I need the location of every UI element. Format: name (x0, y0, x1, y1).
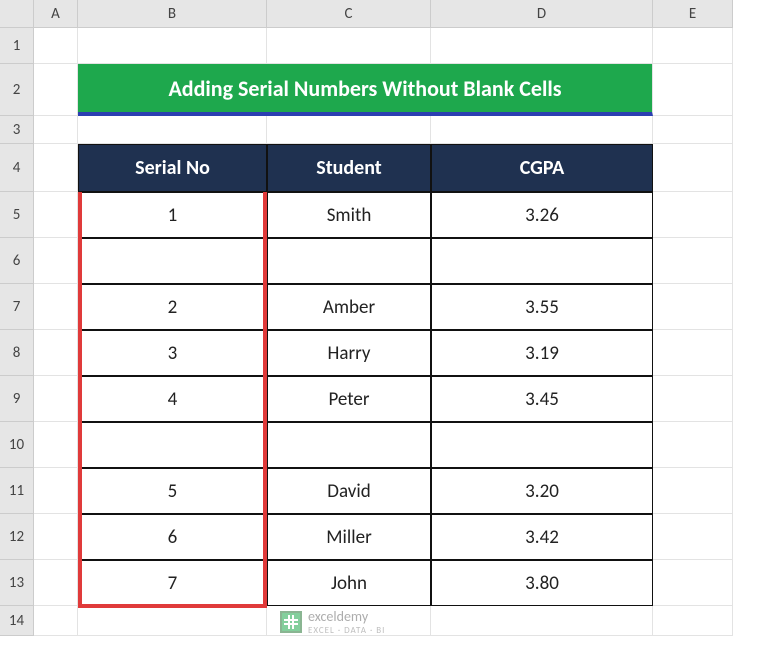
cell-C1[interactable] (267, 28, 431, 64)
row-header-10[interactable]: 10 (0, 422, 34, 468)
table-row[interactable]: 3.19 (431, 330, 653, 376)
table-row[interactable]: John (267, 560, 431, 606)
row-header-4[interactable]: 4 (0, 144, 34, 192)
row-header-2[interactable]: 2 (0, 64, 34, 116)
row-header-8[interactable]: 8 (0, 330, 34, 376)
col-header-B[interactable]: B (78, 0, 267, 28)
col-header-D[interactable]: D (431, 0, 653, 28)
cell-A3[interactable] (34, 116, 78, 144)
title-cell[interactable]: Adding Serial Numbers Without Blank Cell… (78, 64, 653, 116)
table-row[interactable]: 3.80 (431, 560, 653, 606)
table-row[interactable]: 3.20 (431, 468, 653, 514)
table-row[interactable]: 7 (78, 560, 267, 606)
table-row[interactable]: Peter (267, 376, 431, 422)
row-header-7[interactable]: 7 (0, 284, 34, 330)
col-header-E[interactable]: E (653, 0, 733, 28)
table-row[interactable]: Amber (267, 284, 431, 330)
row-header-5[interactable]: 5 (0, 192, 34, 238)
table-row[interactable]: 3.26 (431, 192, 653, 238)
cell-B3[interactable] (78, 116, 267, 144)
cell-A2[interactable] (34, 64, 78, 116)
table-row[interactable]: 2 (78, 284, 267, 330)
cell-E2[interactable] (653, 64, 733, 116)
table-row[interactable]: 3.45 (431, 376, 653, 422)
table-row[interactable]: 6 (78, 514, 267, 560)
table-row[interactable]: 3.55 (431, 284, 653, 330)
cell-A5[interactable] (34, 192, 78, 238)
cell-B1[interactable] (78, 28, 267, 64)
watermark-name: exceldemy (308, 608, 385, 625)
cell-E7[interactable] (653, 284, 733, 330)
table-row[interactable]: 3.42 (431, 514, 653, 560)
cell-D3[interactable] (431, 116, 653, 144)
cell-D14[interactable] (431, 606, 653, 636)
row-header-14[interactable]: 14 (0, 606, 34, 636)
cell-D1[interactable] (431, 28, 653, 64)
table-row[interactable]: Smith (267, 192, 431, 238)
row-header-9[interactable]: 9 (0, 376, 34, 422)
table-row[interactable]: David (267, 468, 431, 514)
select-all-corner[interactable] (0, 0, 34, 28)
table-row[interactable]: Miller (267, 514, 431, 560)
col-header-C[interactable]: C (267, 0, 431, 28)
cell-A10[interactable] (34, 422, 78, 468)
cell-E5[interactable] (653, 192, 733, 238)
cell-E11[interactable] (653, 468, 733, 514)
cell-B14[interactable] (78, 606, 267, 636)
row-header-1[interactable]: 1 (0, 28, 34, 64)
cell-E6[interactable] (653, 238, 733, 284)
cell-E4[interactable] (653, 144, 733, 192)
cell-A6[interactable] (34, 238, 78, 284)
table-row[interactable] (267, 238, 431, 284)
cell-A14[interactable] (34, 606, 78, 636)
exceldemy-icon (280, 611, 302, 633)
row-header-12[interactable]: 12 (0, 514, 34, 560)
table-row[interactable]: 1 (78, 192, 267, 238)
table-row[interactable] (78, 238, 267, 284)
cell-E1[interactable] (653, 28, 733, 64)
cell-A7[interactable] (34, 284, 78, 330)
cell-C3[interactable] (267, 116, 431, 144)
cell-A8[interactable] (34, 330, 78, 376)
table-row[interactable] (431, 422, 653, 468)
cell-A4[interactable] (34, 144, 78, 192)
table-row[interactable]: 5 (78, 468, 267, 514)
cell-E3[interactable] (653, 116, 733, 144)
cell-A11[interactable] (34, 468, 78, 514)
cell-A1[interactable] (34, 28, 78, 64)
watermark-sub: EXCEL · DATA · BI (308, 625, 385, 636)
cell-E8[interactable] (653, 330, 733, 376)
table-row[interactable] (78, 422, 267, 468)
spreadsheet-grid: A B C D E 1 2 Adding Serial Numbers With… (0, 0, 767, 636)
cell-E9[interactable] (653, 376, 733, 422)
cell-E13[interactable] (653, 560, 733, 606)
cell-A9[interactable] (34, 376, 78, 422)
table-header-student[interactable]: Student (267, 144, 431, 192)
table-row[interactable] (431, 238, 653, 284)
watermark: exceldemy EXCEL · DATA · BI (280, 608, 385, 636)
cell-E14[interactable] (653, 606, 733, 636)
row-header-13[interactable]: 13 (0, 560, 34, 606)
table-header-serial[interactable]: Serial No (78, 144, 267, 192)
cell-E10[interactable] (653, 422, 733, 468)
cell-E12[interactable] (653, 514, 733, 560)
row-header-6[interactable]: 6 (0, 238, 34, 284)
cell-A13[interactable] (34, 560, 78, 606)
row-header-3[interactable]: 3 (0, 116, 34, 144)
cell-A12[interactable] (34, 514, 78, 560)
table-row[interactable] (267, 422, 431, 468)
col-header-A[interactable]: A (34, 0, 78, 28)
table-row[interactable]: Harry (267, 330, 431, 376)
table-row[interactable]: 4 (78, 376, 267, 422)
row-header-11[interactable]: 11 (0, 468, 34, 514)
table-header-cgpa[interactable]: CGPA (431, 144, 653, 192)
table-row[interactable]: 3 (78, 330, 267, 376)
